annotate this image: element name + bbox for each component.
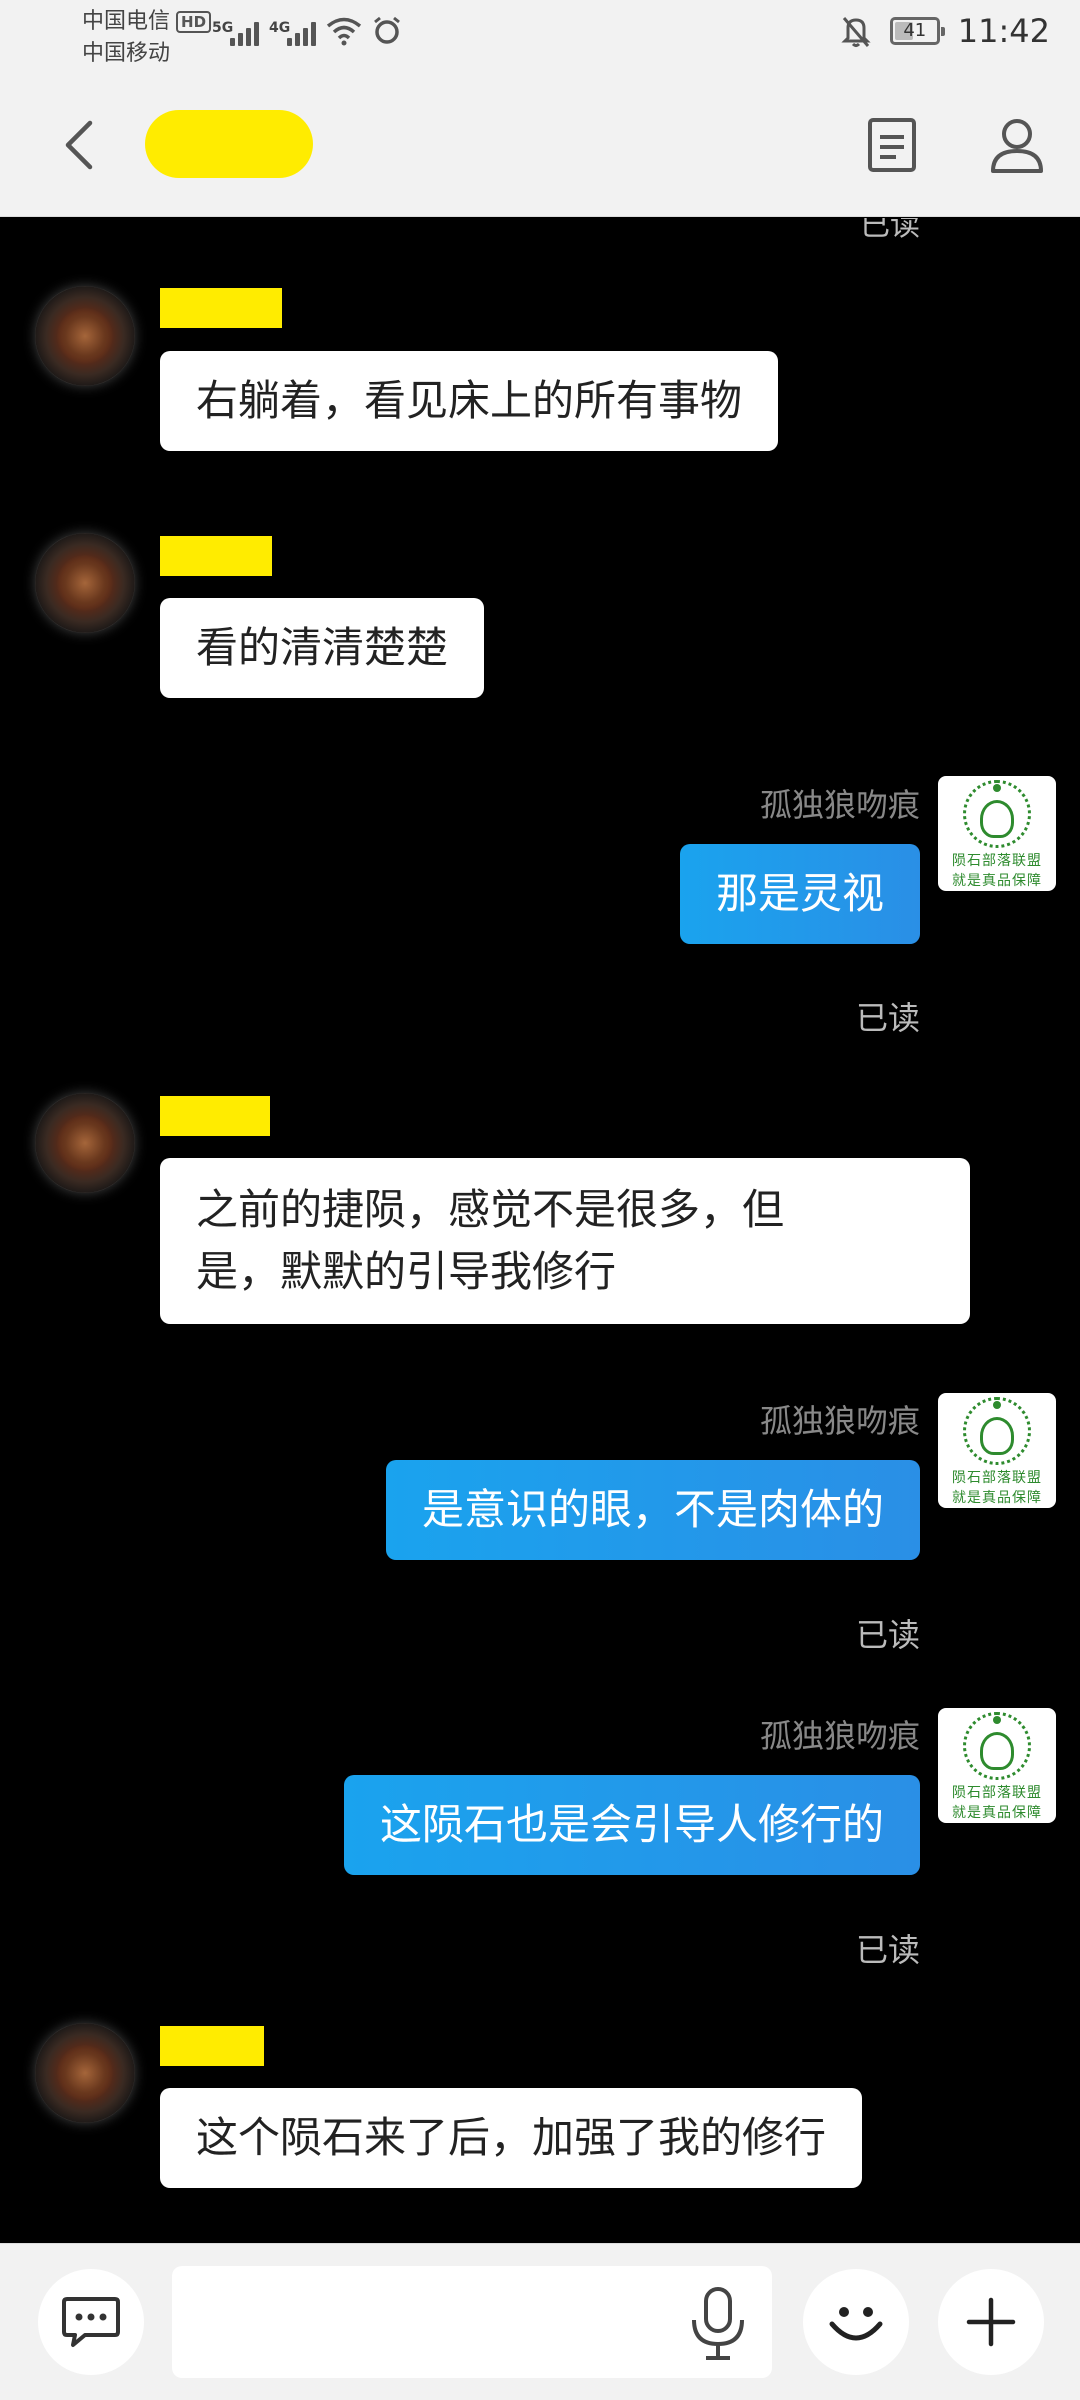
battery-icon: 41 — [889, 17, 945, 45]
person-icon — [991, 119, 1043, 173]
hd-badge: HD — [176, 11, 212, 33]
chat-header — [0, 75, 1080, 217]
profile-button[interactable] — [985, 113, 1049, 177]
alarm-icon — [374, 16, 400, 44]
read-status: 已读 — [855, 999, 920, 1037]
buddha-icon — [980, 1417, 1014, 1455]
avatar-caption-1: 陨石部落联盟 — [952, 853, 1042, 869]
network-type-1: 5G — [212, 20, 234, 36]
my-avatar[interactable]: 陨石部落联盟 就是真品保障 — [938, 1393, 1056, 1508]
avatar-caption-2: 就是真品保障 — [952, 1805, 1042, 1821]
carrier-1-label: 中国电信 — [82, 9, 171, 34]
avatar-dot — [993, 1401, 1001, 1409]
message-bubble[interactable]: 这个陨石来了后，加强了我的修行 — [160, 2088, 863, 2188]
avatar-caption-2: 就是真品保障 — [952, 1490, 1042, 1506]
sender-avatar[interactable] — [35, 2023, 135, 2123]
chat-title-redacted — [145, 110, 313, 178]
document-icon — [868, 118, 916, 172]
message-input[interactable] — [172, 2266, 772, 2378]
sender-avatar[interactable] — [35, 286, 135, 386]
quick-reply-button[interactable] — [38, 2269, 144, 2375]
signal-indicators: 5G 4G — [212, 16, 402, 46]
chat-bubble-icon — [62, 2297, 120, 2347]
network-type-2: 4G — [269, 20, 291, 36]
avatar-dot — [993, 1716, 1001, 1724]
my-avatar[interactable]: 陨石部落联盟 就是真品保障 — [938, 1708, 1056, 1823]
avatar-caption-2: 就是真品保障 — [952, 873, 1042, 889]
read-status: 已读 — [855, 1931, 920, 1969]
wifi-icon — [326, 17, 362, 46]
sender-avatar[interactable] — [35, 1093, 135, 1193]
chat-message-list[interactable]: 已读 右躺着，看见床上的所有事物 看的清清楚楚 陨石部落联盟 就是真品保障 孤独… — [0, 218, 1080, 2243]
read-status-partial: 已读 — [860, 218, 920, 243]
message-bubble[interactable]: 看的清清楚楚 — [160, 598, 485, 698]
sender-name-redacted — [160, 2026, 264, 2066]
signal-4g-icon: 4G — [269, 20, 316, 46]
back-button[interactable] — [48, 115, 108, 175]
status-right: 41 11:42 — [840, 12, 1050, 50]
sender-name: 孤独狼吻痕 — [759, 786, 920, 824]
battery-percent: 41 — [903, 20, 927, 41]
voice-input-button[interactable] — [688, 2286, 748, 2366]
my-avatar[interactable]: 陨石部落联盟 就是真品保障 — [938, 776, 1056, 891]
sender-name: 孤独狼吻痕 — [759, 1402, 920, 1440]
mute-bell-icon — [841, 17, 871, 47]
buddha-icon — [980, 800, 1014, 838]
microphone-icon — [692, 2287, 744, 2360]
plus-icon — [966, 2297, 1016, 2347]
sender-avatar[interactable] — [35, 533, 135, 633]
buddha-icon — [980, 1732, 1014, 1770]
smiley-icon — [829, 2307, 883, 2341]
carrier-info: 中国电信 HD 中国移动 — [82, 6, 212, 70]
chat-details-button[interactable] — [862, 115, 922, 175]
sender-name-redacted — [160, 536, 272, 576]
avatar-dot — [993, 784, 1001, 792]
read-status: 已读 — [855, 1616, 920, 1654]
emoji-button[interactable] — [803, 2269, 909, 2375]
message-bubble[interactable]: 那是灵视 — [679, 844, 920, 944]
clock: 11:42 — [957, 12, 1050, 50]
carrier-2-label: 中国移动 — [82, 41, 171, 66]
avatar-caption-1: 陨石部落联盟 — [952, 1785, 1042, 1801]
message-bubble[interactable]: 右躺着，看见床上的所有事物 — [160, 351, 779, 451]
avatar-caption-1: 陨石部落联盟 — [952, 1470, 1042, 1486]
signal-5g-icon: 5G — [212, 20, 259, 46]
message-bubble[interactable]: 是意识的眼，不是肉体的 — [385, 1460, 920, 1560]
chevron-left-icon — [65, 120, 93, 170]
message-bubble[interactable]: 这陨石也是会引导人修行的 — [343, 1775, 920, 1875]
input-bar — [0, 2243, 1080, 2400]
more-actions-button[interactable] — [938, 2269, 1044, 2375]
message-bubble[interactable]: 之前的捷陨，感觉不是很多，但 是，默默的引导我修行 — [160, 1158, 970, 1324]
sender-name: 孤独狼吻痕 — [759, 1717, 920, 1755]
status-bar: 中国电信 HD 中国移动 5G 4G 41 11:42 — [0, 0, 1080, 75]
sender-name-redacted — [160, 1096, 270, 1136]
sender-name-redacted — [160, 288, 282, 328]
